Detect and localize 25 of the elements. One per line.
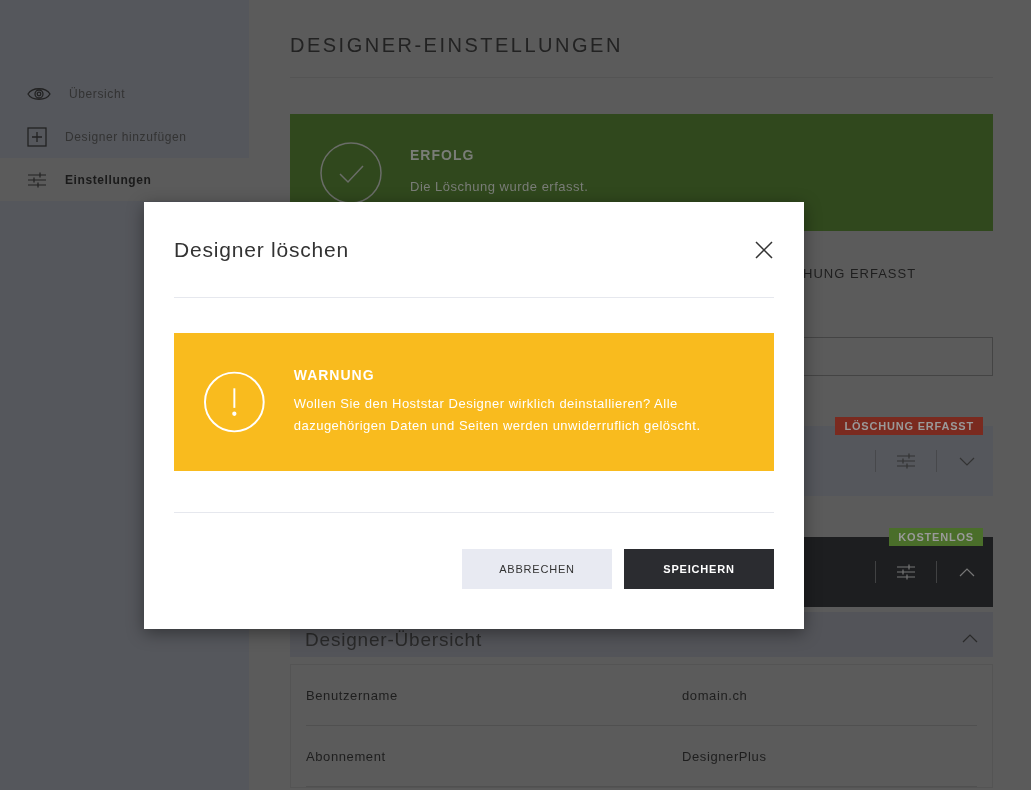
close-button[interactable] (754, 239, 774, 260)
sliders-icon (896, 564, 916, 580)
save-button[interactable]: SPEICHERN (624, 549, 774, 589)
alert-message: Wollen Sie den Hoststar Designer wirklich deinstallieren? Alle dazugehörigen Daten und Seiten werden unwiderruflich gelöscht. (293, 395, 702, 435)
cancel-button[interactable]: ABBRECHEN (462, 549, 612, 589)
table-cell-text: Abonnement (306, 748, 387, 764)
plus-icon (27, 126, 47, 147)
dialog-title: Designer löschen (174, 237, 350, 262)
page-title: DESIGNER-EINSTELLUNGEN (290, 0, 993, 78)
close-icon (755, 240, 773, 259)
status-text: HUNG ERFASST (803, 266, 917, 281)
exclamation-circle-icon (204, 371, 265, 433)
alert-message: Die Löschung wurde erfasst. (410, 178, 589, 197)
sliders-icon (27, 171, 47, 188)
check-circle-icon (320, 141, 382, 204)
status-badge: KOSTENLOS (889, 528, 983, 546)
sliders-icon (896, 453, 916, 469)
table-cell-text: DesignerPlus (682, 748, 768, 764)
status-badge: LÖSCHUNG ERFASST (835, 417, 983, 435)
eye-icon (27, 85, 51, 102)
table-cell-text: domain.ch (682, 687, 749, 703)
table-cell-text: Benutzername (306, 687, 399, 703)
sidebar-item[interactable]: Einstellungen (0, 158, 249, 201)
alert-title: WARNUNG (293, 367, 376, 383)
alert-title: ERFOLG (410, 147, 476, 164)
